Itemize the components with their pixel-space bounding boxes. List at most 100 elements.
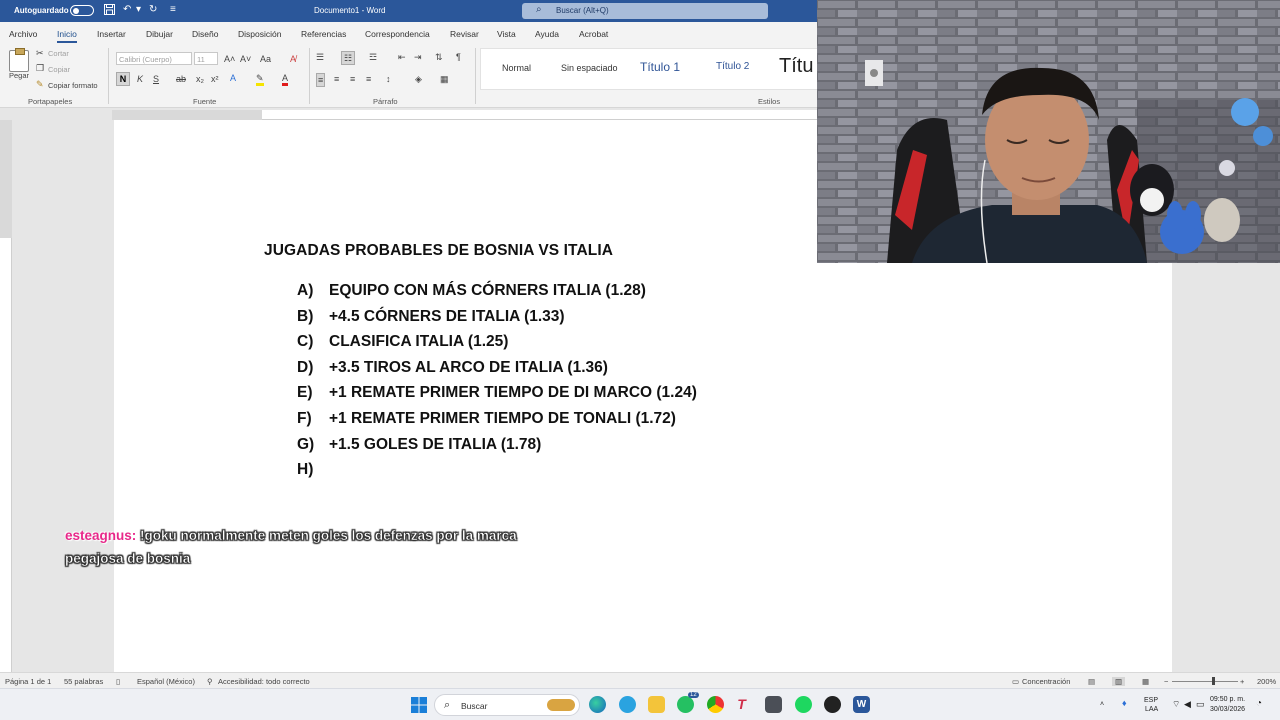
font-color-icon[interactable]: A bbox=[282, 73, 289, 86]
telegram-icon[interactable] bbox=[619, 696, 636, 713]
change-case-icon[interactable]: Aa bbox=[260, 54, 271, 64]
cut-button[interactable]: Cortar bbox=[48, 49, 69, 58]
zoom-slider[interactable] bbox=[1172, 681, 1238, 682]
list-item[interactable]: A) EQUIPO CON MÁS CÓRNERS ITALIA (1.28) bbox=[297, 282, 646, 300]
bullets-icon[interactable]: ☰ bbox=[316, 52, 324, 62]
accessibility-status[interactable]: Accesibilidad: todo correcto bbox=[218, 677, 310, 686]
paste-button-label[interactable]: Pegar bbox=[9, 71, 29, 80]
sort-icon[interactable]: ⇅ bbox=[435, 52, 443, 62]
italic-icon[interactable]: K bbox=[137, 74, 143, 84]
align-center-icon[interactable]: ≡ bbox=[334, 74, 339, 84]
shrink-font-icon[interactable]: A˅ bbox=[240, 54, 251, 64]
font-size-select[interactable]: 11 bbox=[194, 52, 218, 65]
zoom-in-icon[interactable]: + bbox=[1240, 677, 1244, 686]
borders-icon[interactable]: ▦ bbox=[440, 74, 449, 84]
file-explorer-icon[interactable] bbox=[648, 696, 665, 713]
chrome-icon[interactable] bbox=[707, 696, 724, 713]
highlight-icon[interactable]: ✎ bbox=[256, 73, 264, 86]
spelling-check-icon[interactable]: ▯ bbox=[116, 677, 120, 686]
document-heading[interactable]: JUGADAS PROBABLES DE BOSNIA VS ITALIA bbox=[264, 242, 613, 260]
bold-button[interactable]: N bbox=[116, 72, 130, 86]
style-title[interactable]: Títu bbox=[779, 55, 813, 78]
battery-icon[interactable]: ▭ bbox=[1196, 700, 1205, 709]
justify-icon[interactable]: ≡ bbox=[366, 74, 371, 84]
numbering-icon[interactable]: ☷ bbox=[341, 51, 356, 65]
style-no-spacing[interactable]: Sin espaciado bbox=[561, 63, 618, 73]
typora-icon[interactable]: T bbox=[733, 696, 750, 713]
language-code[interactable]: ESP bbox=[1144, 696, 1158, 705]
decrease-indent-icon[interactable]: ⇤ bbox=[398, 52, 406, 62]
customize-toolbar-icon[interactable]: ≡ bbox=[170, 4, 176, 16]
grow-font-icon[interactable]: A˄ bbox=[224, 54, 235, 64]
windows-start-icon[interactable] bbox=[411, 697, 427, 713]
zoom-out-icon[interactable]: − bbox=[1164, 677, 1168, 686]
tray-app-icon[interactable]: ♦ bbox=[1122, 699, 1127, 708]
shading-icon[interactable]: ◈ bbox=[415, 74, 422, 84]
superscript-icon[interactable]: x² bbox=[211, 74, 219, 84]
paste-icon[interactable] bbox=[9, 48, 29, 72]
style-normal[interactable]: Normal bbox=[502, 63, 531, 73]
notifications-icon[interactable]: ◔ bbox=[1256, 699, 1262, 709]
list-item[interactable]: F) +1 REMATE PRIMER TIEMPO DE TONALI (1.7… bbox=[297, 410, 676, 428]
whatsapp-icon[interactable] bbox=[677, 696, 694, 713]
page-count[interactable]: Página 1 de 1 bbox=[5, 677, 51, 686]
print-layout-icon[interactable]: ▥ bbox=[1112, 677, 1126, 686]
save-icon[interactable] bbox=[104, 4, 115, 19]
format-painter-button[interactable]: Copiar formato bbox=[48, 81, 98, 90]
calculator-icon[interactable] bbox=[765, 696, 782, 713]
tab-dibujar[interactable]: Dibujar bbox=[146, 29, 173, 39]
edge-icon[interactable] bbox=[589, 696, 606, 713]
volume-icon[interactable]: ◀ bbox=[1184, 700, 1191, 709]
tab-insertar[interactable]: Insertar bbox=[97, 29, 126, 39]
redo-icon[interactable]: ↻ bbox=[149, 4, 157, 16]
network-icon[interactable]: ⌔ bbox=[1172, 700, 1180, 709]
list-item[interactable]: C) CLASIFICA ITALIA (1.25) bbox=[297, 333, 508, 351]
focus-mode-button[interactable]: Concentración bbox=[1022, 677, 1070, 686]
increase-indent-icon[interactable]: ⇥ bbox=[414, 52, 422, 62]
zoom-level[interactable]: 200% bbox=[1257, 677, 1276, 686]
obs-icon[interactable] bbox=[824, 696, 841, 713]
chevron-down-icon[interactable]: ▾ bbox=[136, 4, 141, 16]
align-right-icon[interactable]: ≡ bbox=[350, 74, 355, 84]
undo-icon[interactable]: ↶ bbox=[123, 4, 131, 16]
tab-vista[interactable]: Vista bbox=[497, 29, 516, 39]
list-item[interactable]: E) +1 REMATE PRIMER TIEMPO DE DI MARCO (1… bbox=[297, 384, 697, 402]
list-item[interactable]: H) bbox=[297, 461, 329, 479]
list-item[interactable]: G) +1.5 GOLES DE ITALIA (1.78) bbox=[297, 436, 541, 454]
list-item[interactable]: D) +3.5 TIROS AL ARCO DE ITALIA (1.36) bbox=[297, 359, 608, 377]
clock-date[interactable]: 30/03/2026 bbox=[1210, 705, 1245, 714]
clear-format-icon[interactable]: A̸ bbox=[290, 54, 296, 64]
zoom-slider-thumb[interactable] bbox=[1212, 677, 1215, 685]
tab-archivo[interactable]: Archivo bbox=[9, 29, 37, 39]
subscript-icon[interactable]: x₂ bbox=[196, 74, 204, 84]
taskbar-search[interactable]: ⌕ Buscar bbox=[434, 694, 580, 716]
language-indicator[interactable]: Español (México) bbox=[137, 677, 195, 686]
vertical-ruler[interactable] bbox=[0, 120, 12, 672]
style-heading-1[interactable]: Título 1 bbox=[640, 60, 680, 74]
text-effects-icon[interactable]: A bbox=[230, 73, 236, 83]
clock-time[interactable]: 09:50 p. m. bbox=[1210, 695, 1245, 704]
tab-diseno[interactable]: Diseño bbox=[192, 29, 218, 39]
underline-icon[interactable]: S bbox=[153, 74, 159, 84]
web-layout-icon[interactable]: ▦ bbox=[1142, 677, 1149, 686]
tab-revisar[interactable]: Revisar bbox=[450, 29, 479, 39]
show-marks-icon[interactable]: ¶ bbox=[456, 52, 461, 62]
font-name-select[interactable]: Calibri (Cuerpo) bbox=[116, 52, 192, 65]
style-heading-2[interactable]: Título 2 bbox=[716, 61, 749, 72]
autosave-toggle[interactable] bbox=[70, 5, 94, 16]
multilevel-list-icon[interactable]: ☲ bbox=[369, 52, 377, 62]
read-mode-icon[interactable]: ▤ bbox=[1088, 677, 1095, 686]
align-left-icon[interactable]: ≡ bbox=[316, 73, 326, 87]
tab-disposicion[interactable]: Disposición bbox=[238, 29, 281, 39]
tray-overflow-icon[interactable]: ˄ bbox=[1100, 700, 1104, 709]
tab-ayuda[interactable]: Ayuda bbox=[535, 29, 559, 39]
line-spacing-icon[interactable]: ↕ bbox=[386, 74, 391, 84]
word-count[interactable]: 55 palabras bbox=[64, 677, 103, 686]
strikethrough-icon[interactable]: ab bbox=[176, 74, 186, 84]
tab-acrobat[interactable]: Acrobat bbox=[579, 29, 608, 39]
list-item[interactable]: B) +4.5 CÓRNERS DE ITALIA (1.33) bbox=[297, 308, 565, 326]
copy-button[interactable]: Copiar bbox=[48, 65, 70, 74]
spotify-icon[interactable] bbox=[795, 696, 812, 713]
search-box[interactable]: ⌕ Buscar (Alt+Q) bbox=[522, 3, 768, 19]
word-taskbar-icon[interactable]: W bbox=[853, 696, 870, 713]
